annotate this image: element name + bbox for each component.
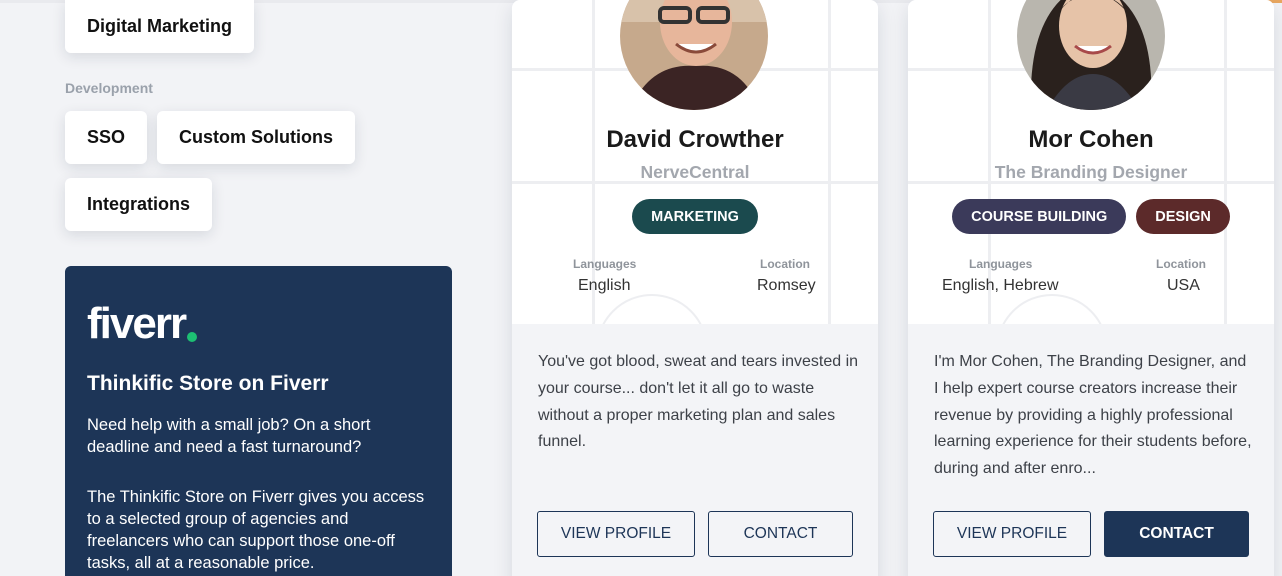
badge-marketing: MARKETING [632,199,758,234]
fiverr-logo[interactable]: fiverr [87,299,430,348]
location-label: Location [1156,257,1206,271]
fiverr-promo-card: fiverr Thinkific Store on Fiverr Need he… [65,266,452,576]
expert-company: The Branding Designer [994,162,1188,182]
expert-card-david-crowther: David Crowther NerveCentral MARKETING La… [512,0,878,576]
languages-value: English, Hebrew [942,277,1059,294]
tag-sso[interactable]: SSO [65,111,148,164]
expert-bio: I'm Mor Cohen, The Branding Designer, an… [934,353,1252,478]
avatar [620,0,768,110]
badge-design: DESIGN [1136,199,1230,234]
location-label: Location [760,257,810,271]
expert-card-mor-cohen: Mor Cohen The Branding Designer COURSE B… [908,0,1274,576]
background-pattern [996,294,1108,324]
expert-company: NerveCentral [640,162,750,182]
fiverr-title: Thinkific Store on Fiverr [87,372,329,395]
expert-bio: You've got blood, sweat and tears invest… [538,353,859,451]
avatar [1017,0,1165,110]
location-value: USA [1167,277,1200,294]
expert-name: Mor Cohen [1028,126,1154,153]
contact-button[interactable]: CONTACT [708,511,853,557]
tag-label: Custom Solutions [179,127,333,147]
tag-label: Integrations [87,194,191,214]
badge-course-building: COURSE BUILDING [952,199,1127,234]
view-profile-button[interactable]: VIEW PROFILE [933,511,1091,557]
expert-card-header: David Crowther NerveCentral MARKETING La… [512,0,878,324]
fiverr-paragraph: The Thinkific Store on Fiverr gives you … [87,488,425,572]
fiverr-logo-dot [187,332,198,342]
development-section-label: Development [65,80,153,96]
fiverr-logo-text: fiverr [87,299,187,348]
languages-label: Languages [969,257,1033,271]
tag-digital-marketing[interactable]: Digital Marketing [65,0,255,53]
location-value: Romsey [757,277,816,294]
tag-custom-solutions[interactable]: Custom Solutions [157,111,355,164]
fiverr-paragraph: Need help with a small job? On a short d… [87,416,371,456]
view-profile-button[interactable]: VIEW PROFILE [537,511,695,557]
background-pattern [596,294,708,324]
languages-label: Languages [573,257,637,271]
expert-badges: COURSE BUILDING DESIGN [908,199,1274,234]
expert-badges: MARKETING [512,199,878,234]
languages-value: English [578,277,631,294]
tag-integrations[interactable]: Integrations [65,178,213,231]
tag-label: SSO [87,127,126,147]
expert-card-header: Mor Cohen The Branding Designer COURSE B… [908,0,1274,324]
tag-label: Digital Marketing [87,16,233,36]
contact-button[interactable]: CONTACT [1104,511,1249,557]
expert-name: David Crowther [606,126,784,153]
